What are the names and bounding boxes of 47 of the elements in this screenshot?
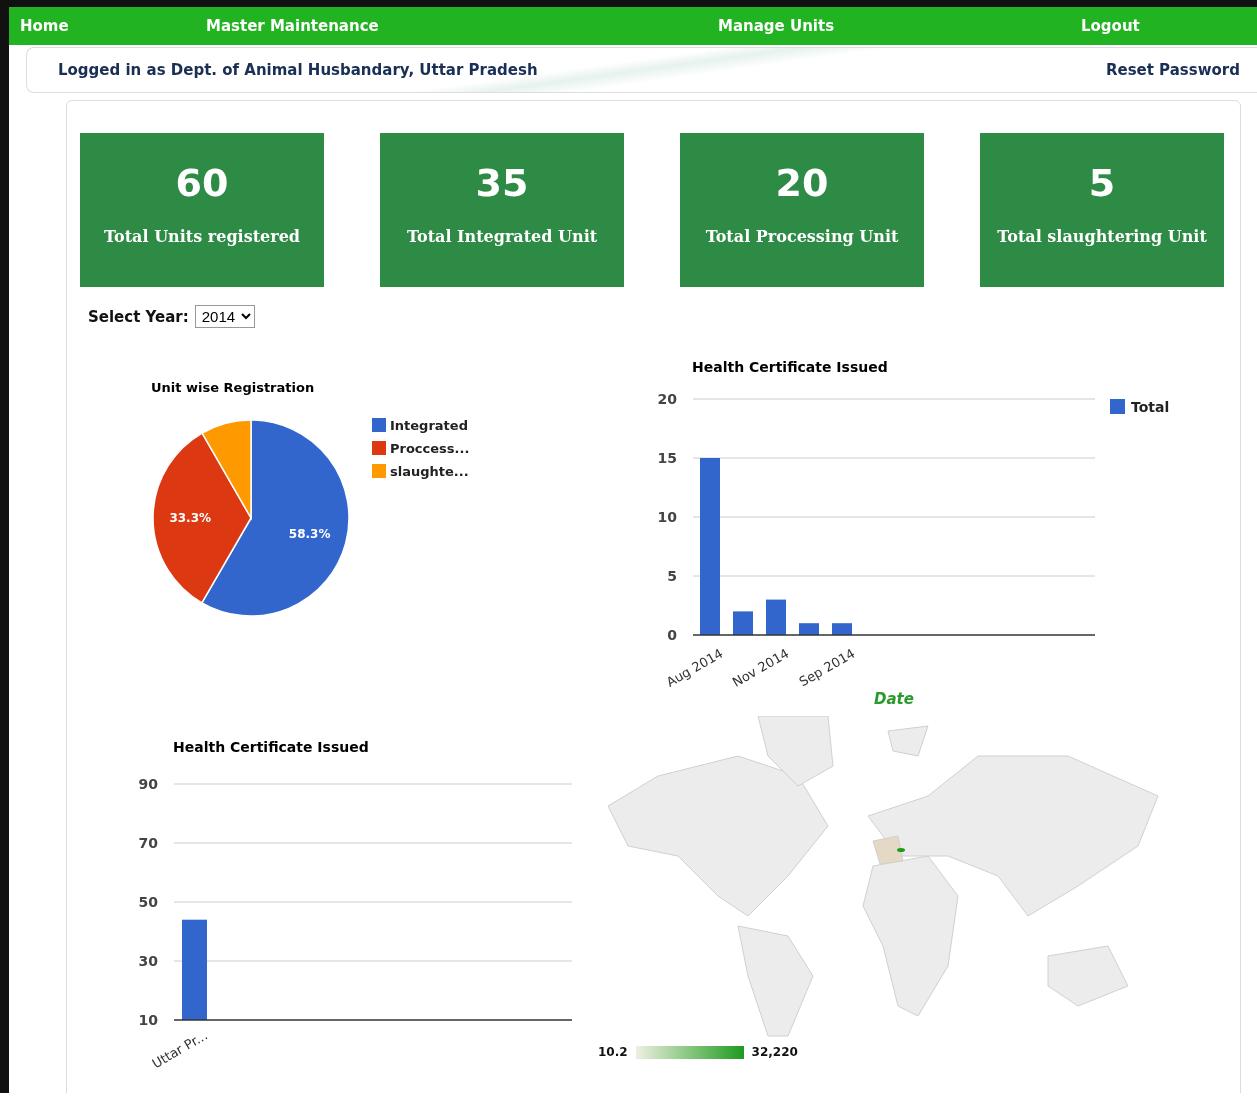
axis-tick-label: 15 xyxy=(657,450,677,466)
category-label: Uttar Pr... xyxy=(149,1027,210,1072)
axis-tick-label: 10 xyxy=(657,509,677,525)
nav-link[interactable]: Home xyxy=(20,17,69,35)
bar xyxy=(766,599,786,635)
legend-swatch xyxy=(1110,399,1125,414)
axis-tick-label: 30 xyxy=(138,953,158,969)
legend-max: 32,220 xyxy=(751,1045,798,1059)
nav-link[interactable]: Master Maintenance xyxy=(206,17,379,35)
stat-value: 5 xyxy=(1088,161,1116,205)
legend-swatch xyxy=(372,441,386,455)
legend-label: Total xyxy=(1131,399,1170,415)
axis-tick-label: 50 xyxy=(138,894,158,910)
legend-label: slaughte... xyxy=(390,464,469,479)
stat-value: 20 xyxy=(775,161,829,205)
bar xyxy=(832,623,852,635)
axis-tick-label: 20 xyxy=(657,391,677,407)
nav-link[interactable]: Manage Units xyxy=(718,17,835,35)
slice-label: 33.3% xyxy=(169,510,212,525)
bar xyxy=(733,611,753,635)
stat-value: 60 xyxy=(175,161,229,205)
chart-title: Health Certificate Issued xyxy=(173,739,369,755)
legend-label: Proccess... xyxy=(390,441,470,456)
chart-title: Health Certificate Issued xyxy=(692,359,888,375)
stat-label: Total Integrated Unit xyxy=(406,227,598,246)
legend-swatch xyxy=(372,464,386,478)
login-status: Logged in as Dept. of Animal Husbandary, Uttar Pradesh xyxy=(58,61,538,79)
axis-title: Date xyxy=(874,690,914,708)
year-select[interactable]: 2014 xyxy=(194,305,255,328)
legend-swatch xyxy=(372,418,386,432)
stat-label: Total slaughtering Unit xyxy=(997,227,1207,246)
axis-tick-label: 70 xyxy=(138,835,158,851)
chart-title: Unit wise Registration xyxy=(151,380,315,395)
stat-label: Total Processing Unit xyxy=(705,227,899,246)
axis-tick-label: 5 xyxy=(667,568,677,584)
bar xyxy=(799,623,819,635)
stat-value: 35 xyxy=(475,161,529,205)
legend-label: Integrated xyxy=(390,418,468,433)
axis-tick-label: 0 xyxy=(667,627,677,643)
reset-password-link[interactable]: Reset Password xyxy=(1105,61,1240,79)
year-label: Select Year: xyxy=(88,307,189,326)
axis-tick-label: 90 xyxy=(138,776,158,792)
legend-min: 10.2 xyxy=(598,1045,628,1059)
nav-link[interactable]: Logout xyxy=(1081,17,1140,35)
stat-label: Total Units registered xyxy=(104,227,300,246)
axis-tick-label: 10 xyxy=(138,1012,158,1028)
slice-label: 58.3% xyxy=(288,526,331,541)
